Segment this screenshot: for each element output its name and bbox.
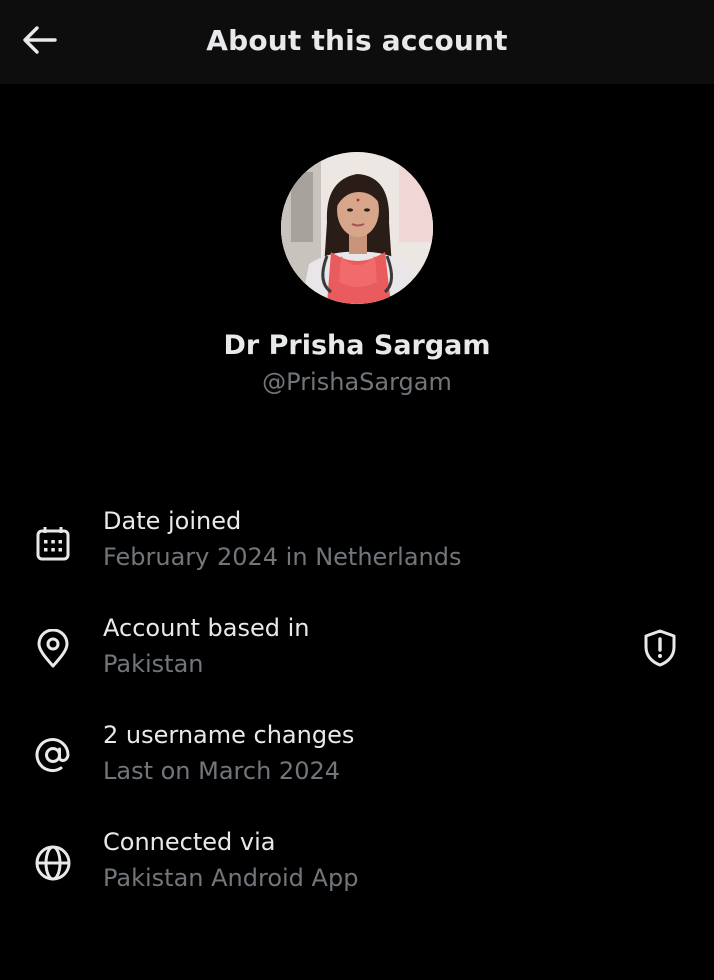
at-sign-icon bbox=[32, 734, 74, 776]
detail-label: 2 username changes bbox=[103, 721, 355, 749]
detail-label: Date joined bbox=[103, 507, 242, 535]
detail-label: Connected via bbox=[103, 828, 276, 856]
display-name: Dr Prisha Sargam bbox=[223, 330, 491, 361]
top-bar: About this account bbox=[0, 0, 714, 84]
detail-row-date-joined: Date joined February 2024 in Netherlands bbox=[0, 505, 714, 595]
detail-row-account-based-in: Account based in Pakistan bbox=[0, 612, 714, 702]
globe-icon bbox=[32, 842, 74, 884]
detail-row-connected-via: Connected via Pakistan Android App bbox=[0, 826, 714, 916]
detail-value: February 2024 in Netherlands bbox=[103, 543, 462, 571]
detail-value: Pakistan bbox=[103, 650, 204, 678]
location-pin-icon bbox=[32, 628, 74, 670]
calendar-icon bbox=[32, 523, 74, 565]
shield-alert-icon[interactable] bbox=[638, 626, 682, 670]
username-handle: @PrishaSargam bbox=[262, 368, 452, 396]
detail-label: Account based in bbox=[103, 614, 310, 642]
detail-value: Pakistan Android App bbox=[103, 864, 359, 892]
page-title: About this account bbox=[206, 24, 508, 57]
detail-row-username-changes: 2 username changes Last on March 2024 bbox=[0, 719, 714, 809]
profile-photo bbox=[281, 152, 433, 304]
avatar[interactable] bbox=[281, 152, 433, 304]
detail-value: Last on March 2024 bbox=[103, 757, 341, 785]
